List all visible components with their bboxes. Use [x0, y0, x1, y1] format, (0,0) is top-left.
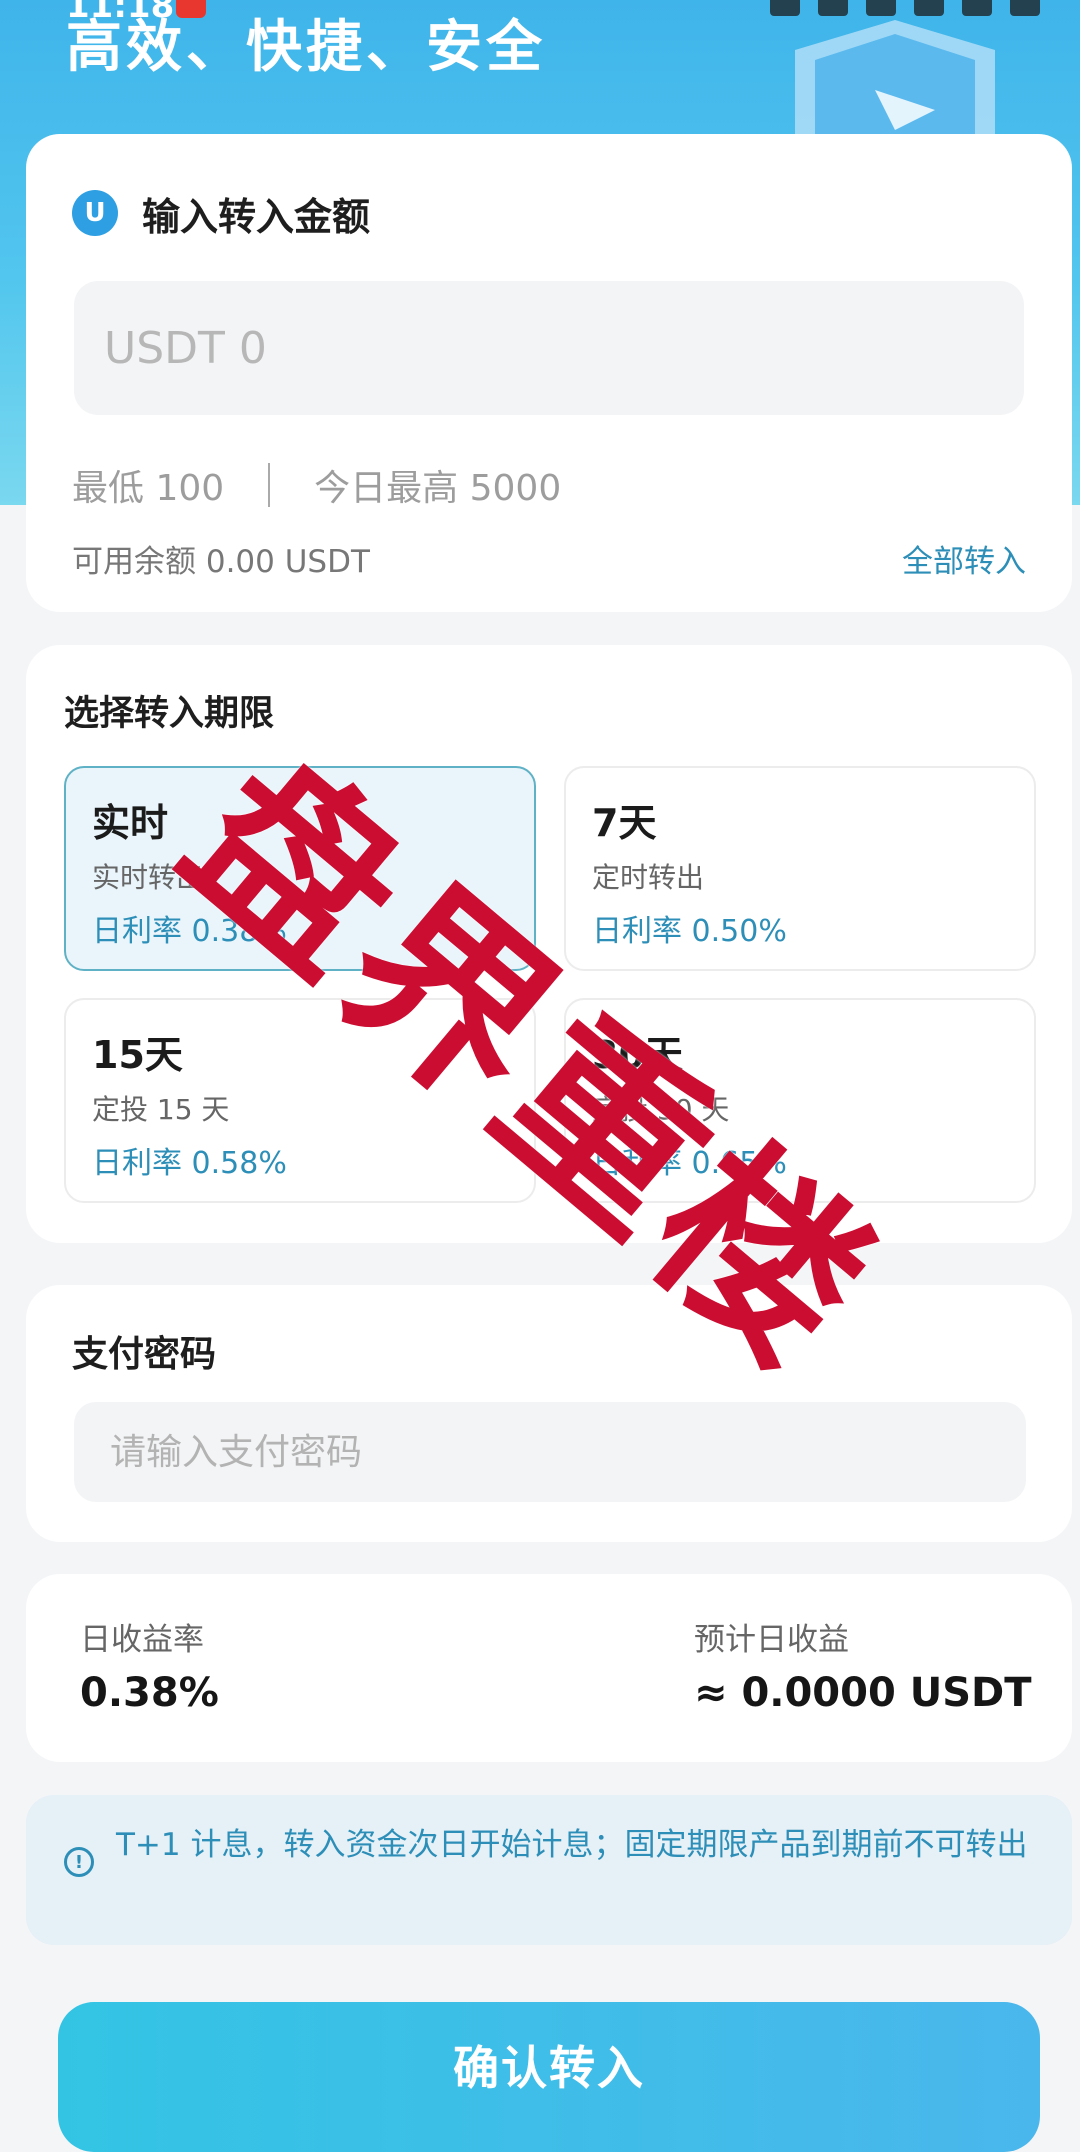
expected-income-label: 预计日收益: [694, 1622, 849, 1658]
signal-icon: [866, 0, 896, 16]
daily-rate-value: 0.38%: [80, 1670, 219, 1716]
amount-title: 输入转入金额: [142, 195, 371, 239]
transfer-all-link[interactable]: 全部转入: [902, 536, 1026, 581]
divider: [268, 463, 271, 507]
term-option-subtitle: 定投 15 天: [92, 1093, 230, 1126]
info-icon: !: [64, 1847, 94, 1877]
amount-card: U 输入转入金额 最低 100 今日最高 5000 可用余额 0.00 USDT…: [26, 134, 1072, 612]
expected-income-value: ≈ 0.0000 USDT: [694, 1670, 1032, 1716]
alarm-icon: [770, 0, 800, 16]
tip-text: T+1 计息，转入资金次日开始计息；固定期限产品到期前不可转出: [116, 1827, 1028, 1863]
status-icons: [770, 0, 1040, 16]
vibrate-icon: [818, 0, 848, 16]
max-amount: 今日最高 5000: [314, 468, 562, 509]
password-title: 支付密码: [72, 1334, 217, 1375]
amount-limits: 最低 100 今日最高 5000: [72, 459, 561, 511]
interest-tip: ! T+1 计息，转入资金次日开始计息；固定期限产品到期前不可转出: [26, 1795, 1072, 1945]
yield-card: 日收益率 0.38% 预计日收益 ≈ 0.0000 USDT: [26, 1574, 1072, 1762]
min-amount: 最低 100: [72, 468, 225, 509]
wifi-icon: [962, 0, 992, 16]
term-option-title: 实时: [92, 801, 169, 845]
amount-input[interactable]: [74, 281, 1024, 415]
password-input[interactable]: [74, 1402, 1026, 1502]
available-balance: 可用余额 0.00 USDT: [72, 544, 370, 580]
battery-icon: [1010, 0, 1040, 16]
hero-title: 高效、快捷、安全: [66, 15, 546, 80]
daily-rate-label: 日收益率: [80, 1622, 204, 1658]
term-title: 选择转入期限: [64, 694, 275, 734]
shield-icon: [795, 20, 995, 150]
signal-icon: [914, 0, 944, 16]
usdt-icon: U: [72, 190, 118, 236]
confirm-transfer-button[interactable]: 确认转入: [58, 2002, 1040, 2152]
term-option-rate: 日利率 0.58%: [92, 1146, 287, 1181]
